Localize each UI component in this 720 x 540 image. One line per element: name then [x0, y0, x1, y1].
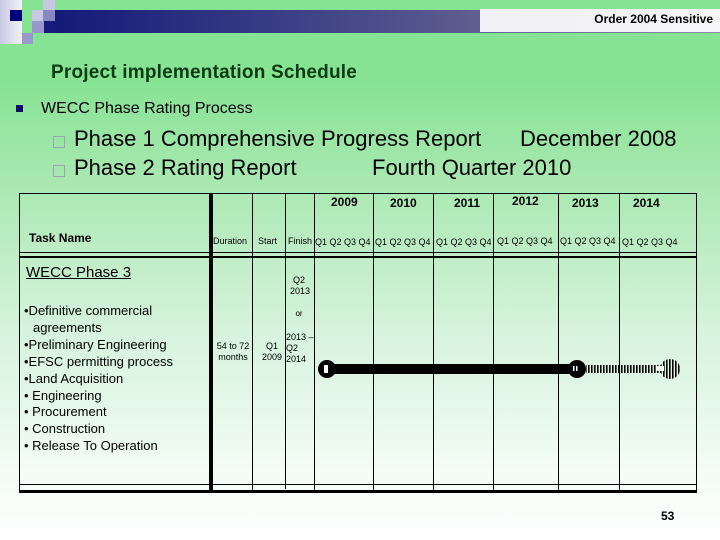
subtask-item: •Preliminary Engineering — [24, 336, 167, 352]
subtask-item: •Land Acquisition — [24, 370, 124, 386]
task-finish-or: or — [295, 309, 303, 318]
quarters-2009: Q1 Q2 Q3 Q4 — [315, 237, 371, 247]
year-header-2014: 2014 — [633, 196, 660, 210]
gantt-bar-start-marker-notch — [324, 365, 328, 373]
task-wecc-phase-3: WECC Phase 3 — [26, 264, 132, 281]
sub-bullet-phase2-timing: Fourth Quarter 2010 — [372, 155, 572, 180]
quarters-2014: Q1 Q2 Q3 Q4 — [622, 237, 678, 247]
task-start: Q1 2009 — [261, 341, 283, 362]
quarters-2013: Q1 Q2 Q3 Q4 — [560, 236, 616, 246]
marker-detail — [576, 366, 578, 371]
column-header-start: Start — [258, 236, 278, 246]
year-header-2013: 2013 — [572, 196, 599, 210]
footer-divider — [19, 484, 697, 485]
subtask-item: • Engineering — [24, 387, 102, 403]
duration-column-divider — [252, 193, 253, 491]
sub-bullet-phase1-label: Phase 1 Comprehensive Progress Report — [74, 126, 482, 151]
year-divider — [493, 193, 494, 491]
year-divider — [373, 193, 374, 491]
task-finish-primary: Q2 2013 — [290, 275, 311, 296]
sub-bullet-phase1-timing: December 2008 — [520, 126, 677, 151]
quarters-2011: Q1 Q2 Q3 Q4 — [436, 237, 492, 247]
subtask-item: •Definitive commercial — [24, 303, 153, 318]
gantt-bar-graphic — [318, 359, 680, 379]
marker-detail — [573, 366, 575, 371]
year-header-2009: 2009 — [331, 195, 358, 209]
column-header-task-name: Task Name — [29, 231, 92, 245]
sub-bullet-phase2-label: Phase 2 Rating Report — [74, 155, 297, 180]
marker-detail — [656, 366, 664, 371]
subtask-item: •EFSC permitting process — [24, 353, 174, 369]
task-duration: 54 to 72 months — [216, 341, 250, 362]
footer-divider-thick — [19, 490, 697, 493]
year-header-2011: 2011 — [454, 196, 481, 210]
subtask-item: • Procurement — [24, 404, 107, 420]
column-header-duration: Duration — [213, 236, 248, 246]
gantt-bar-solid — [320, 364, 575, 374]
subtask-list: •Definitive commercial agreements •Preli… — [24, 303, 173, 455]
header-divider — [19, 252, 697, 253]
year-header-2010: 2010 — [390, 196, 417, 210]
hollow-square-bullet-icon — [53, 165, 65, 177]
year-divider — [433, 193, 434, 491]
hollow-square-bullet-icon — [53, 136, 65, 148]
main-bullet: WECC Phase Rating Process — [41, 100, 253, 117]
column-header-finish: Finish — [288, 236, 313, 246]
year-divider — [619, 193, 620, 491]
year-divider — [558, 193, 559, 491]
header-divider-thick — [19, 256, 697, 258]
gantt-bar-extension — [586, 365, 666, 373]
quarters-2010: Q1 Q2 Q3 Q4 — [375, 237, 431, 247]
subtask-item: agreements — [33, 319, 102, 335]
sensitivity-label: Order 2004 Sensitive — [594, 12, 713, 26]
subtask-item: • Construction — [24, 421, 106, 437]
quarters-2012: Q1 Q2 Q3 Q4 — [497, 236, 553, 246]
year-header-2012: 2012 — [512, 194, 539, 208]
subtask-item: • Release To Operation — [24, 438, 158, 454]
slide-title: Project implementation Schedule — [51, 62, 358, 83]
square-bullet-icon — [16, 105, 23, 112]
page-number: 53 — [661, 509, 675, 523]
